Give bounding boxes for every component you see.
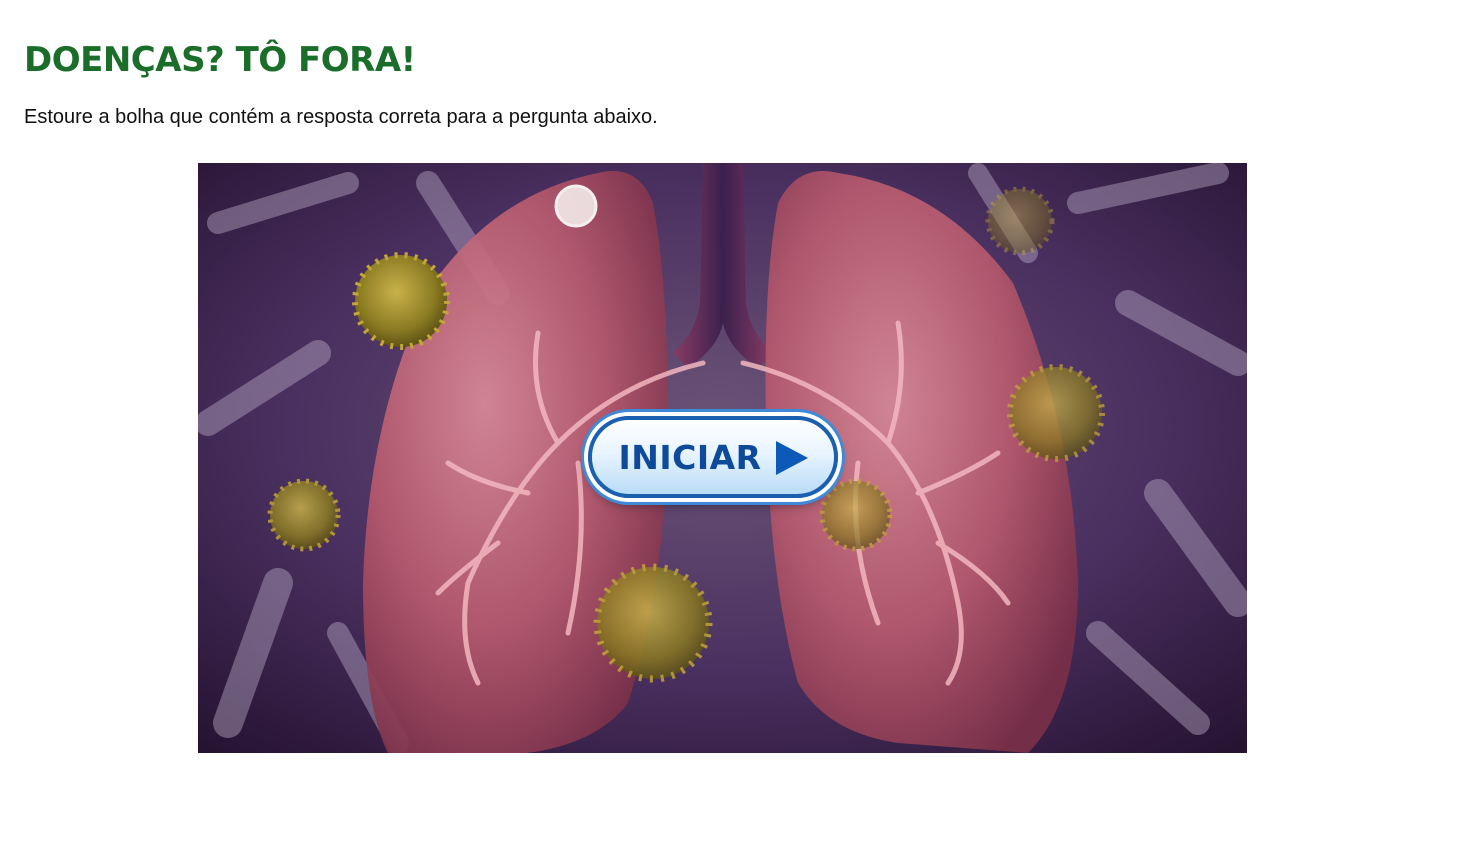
- start-button[interactable]: INICIAR: [588, 416, 838, 498]
- bubble-icon: [554, 184, 598, 228]
- play-icon: [775, 440, 808, 475]
- instructions-text: Estoure a bolha que contém a resposta co…: [24, 106, 658, 128]
- start-button-label: INICIAR: [618, 437, 762, 477]
- page-title: DOENÇAS? TÔ FORA!: [24, 40, 416, 80]
- game-stage[interactable]: INICIAR: [198, 163, 1247, 753]
